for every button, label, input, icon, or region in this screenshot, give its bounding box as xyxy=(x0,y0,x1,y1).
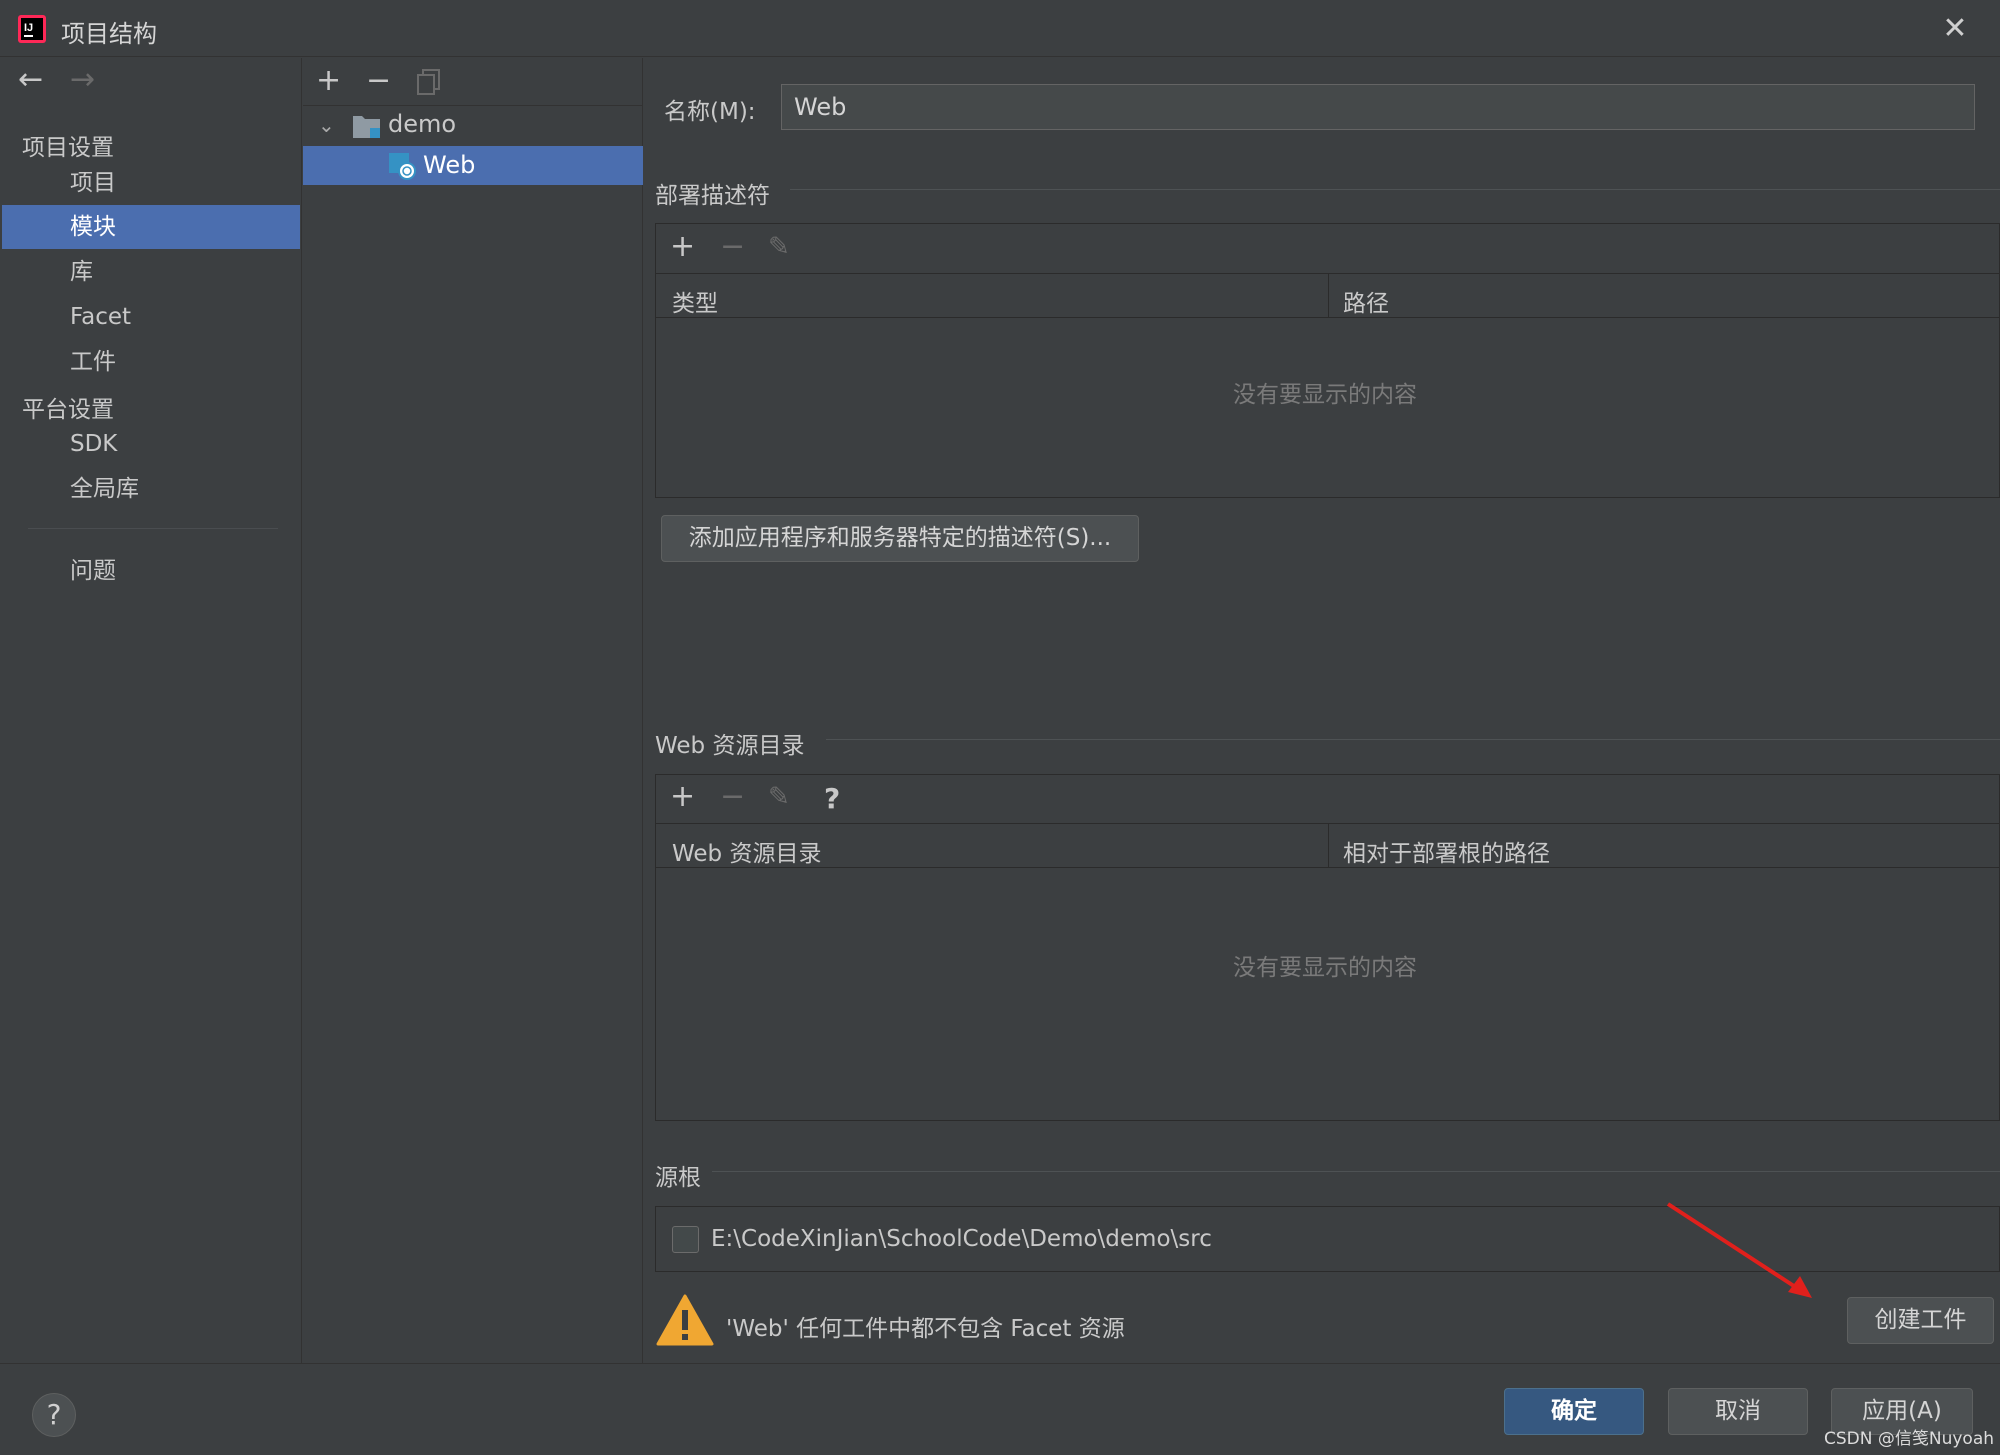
add-icon[interactable]: + xyxy=(316,66,341,96)
chevron-down-icon[interactable]: ⌄ xyxy=(318,113,335,137)
project-settings-heading: 项目设置 xyxy=(22,135,114,161)
cancel-button[interactable]: 取消 xyxy=(1668,1388,1808,1435)
edit-icon[interactable]: ✎ xyxy=(768,232,790,262)
source-root-checkbox[interactable] xyxy=(672,1226,699,1253)
platform-settings-heading: 平台设置 xyxy=(22,397,114,423)
sidebar-item-problems[interactable]: 问题 xyxy=(2,549,300,593)
source-root-path: E:\CodeXinJian\SchoolCode\Demo\demo\src xyxy=(711,1226,1212,1252)
remove-icon[interactable]: − xyxy=(720,232,745,262)
arrow-left-icon[interactable]: ← xyxy=(18,62,43,97)
deployment-descriptors-title: 部署描述符 xyxy=(655,183,770,209)
create-artifact-button[interactable]: 创建工件 xyxy=(1847,1297,1994,1344)
webres-empty-text: 没有要显示的内容 xyxy=(1233,955,1417,981)
source-roots-title: 源根 xyxy=(655,1165,701,1191)
sidebar-item-artifacts[interactable]: 工件 xyxy=(2,340,300,384)
deploy-empty-text: 没有要显示的内容 xyxy=(1233,382,1417,408)
section-divider xyxy=(790,189,2000,190)
sidebar-item-project[interactable]: 项目 xyxy=(2,161,300,205)
webres-toolbar xyxy=(655,774,2000,824)
copy-icon[interactable] xyxy=(416,68,442,96)
remove-icon[interactable]: − xyxy=(720,782,745,812)
sidebar-divider xyxy=(28,528,278,529)
help-icon[interactable]: ? xyxy=(824,784,840,814)
sidebar-item-libraries[interactable]: 库 xyxy=(2,250,300,294)
web-resource-dirs-title: Web 资源目录 xyxy=(655,733,805,759)
section-divider xyxy=(712,1171,2000,1172)
deploy-toolbar xyxy=(655,223,2000,273)
module-tree-panel xyxy=(303,58,643,1363)
add-descriptor-button[interactable]: 添加应用程序和服务器特定的描述符(S)... xyxy=(661,515,1139,562)
folder-icon xyxy=(353,116,380,138)
section-divider xyxy=(826,739,2000,740)
ok-button[interactable]: 确定 xyxy=(1504,1388,1644,1435)
arrow-right-icon[interactable]: → xyxy=(70,62,95,97)
sidebar-item-sdk[interactable]: SDK xyxy=(2,422,300,466)
svg-text:IJ: IJ xyxy=(24,22,33,34)
tree-item-web-label: Web xyxy=(423,151,476,179)
add-icon[interactable]: + xyxy=(670,232,695,262)
name-label: 名称(M): xyxy=(664,99,756,125)
edit-icon[interactable]: ✎ xyxy=(768,782,790,812)
window-title: 项目结构 xyxy=(61,20,157,48)
intellij-logo-icon: IJ xyxy=(18,15,46,43)
tree-toolbar xyxy=(303,58,643,106)
name-input[interactable] xyxy=(781,84,1975,130)
title-bar xyxy=(0,0,2000,57)
close-icon[interactable]: ✕ xyxy=(1937,13,1973,45)
help-button[interactable]: ? xyxy=(32,1393,76,1437)
warning-text: 'Web' 任何工件中都不包含 Facet 资源 xyxy=(726,1316,1125,1342)
warning-icon xyxy=(656,1294,714,1346)
tree-item-web[interactable]: Web xyxy=(303,146,643,185)
add-icon[interactable]: + xyxy=(670,782,695,812)
watermark: CSDN @信笺Nuyoah xyxy=(1824,1429,1995,1449)
web-facet-icon xyxy=(389,153,416,180)
tree-item-demo[interactable]: demo xyxy=(388,110,456,138)
annotation-arrow xyxy=(1666,1202,1812,1298)
sidebar-item-facets[interactable]: Facet xyxy=(2,295,300,339)
sidebar-item-modules[interactable]: 模块 xyxy=(2,205,300,249)
sidebar-item-global-libraries[interactable]: 全局库 xyxy=(2,467,300,511)
remove-icon[interactable]: − xyxy=(366,66,391,96)
